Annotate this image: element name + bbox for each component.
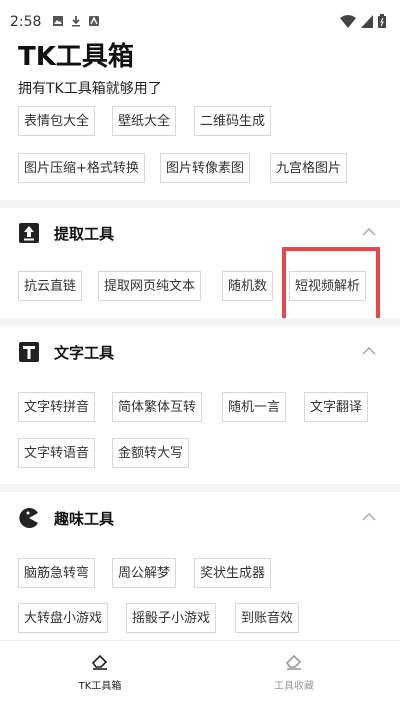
section-divider	[0, 484, 400, 492]
tool-button[interactable]: 脑筋急转弯	[18, 558, 96, 588]
section-divider	[0, 200, 400, 208]
battery-icon	[378, 14, 386, 28]
tool-button[interactable]: 图片转像素图	[160, 153, 251, 183]
tab-label: TK工具箱	[78, 681, 122, 692]
chevron-up-icon[interactable]	[362, 228, 376, 236]
text-icon	[18, 341, 40, 363]
section-title: 文字工具	[54, 343, 115, 362]
wifi-icon	[340, 14, 356, 28]
eraser-icon	[285, 654, 302, 670]
tool-button[interactable]: 抗云直链	[18, 271, 83, 301]
bottom-tab-bar: TK工具箱 工具收藏	[0, 640, 400, 703]
tool-button[interactable]: 文字翻译	[304, 392, 369, 422]
tool-button[interactable]: 随机数	[222, 271, 274, 301]
app-subtitle: 拥有TK工具箱就够用了	[18, 81, 162, 97]
pacman-icon	[18, 507, 40, 529]
tab-label: 工具收藏	[274, 681, 314, 692]
tool-button[interactable]: 金额转大写	[112, 438, 190, 468]
tool-button[interactable]: 提取网页纯文本	[98, 271, 202, 301]
tool-button[interactable]: 九宫格图片	[270, 153, 348, 183]
tab-tk-toolbox[interactable]: TK工具箱	[40, 651, 160, 692]
tool-button[interactable]: 壁纸大全	[112, 106, 177, 136]
section-title: 提取工具	[54, 224, 115, 243]
tool-button[interactable]: 表情包大全	[18, 106, 96, 136]
chevron-up-icon[interactable]	[362, 513, 376, 521]
section-title: 趣味工具	[54, 509, 115, 528]
tab-tool-favorites[interactable]: 工具收藏	[234, 651, 354, 692]
section-header-fun[interactable]: 趣味工具	[18, 504, 114, 532]
app-title: TK工具箱	[18, 42, 134, 72]
app-notification-icon	[89, 16, 99, 26]
image-icon	[53, 16, 63, 26]
eraser-icon	[91, 654, 108, 670]
download-icon	[72, 16, 80, 27]
tool-button[interactable]: 摇骰子小游戏	[126, 603, 217, 633]
tool-button[interactable]: 文字转拼音	[18, 392, 96, 422]
tool-button[interactable]: 周公解梦	[112, 558, 177, 588]
tool-button[interactable]: 奖状生成器	[194, 558, 272, 588]
tool-button[interactable]: 二维码生成	[194, 106, 272, 136]
section-header-extract[interactable]: 提取工具	[18, 219, 114, 247]
status-time: 2:58	[10, 14, 42, 30]
tool-button[interactable]: 图片压缩+格式转换	[18, 153, 145, 183]
highlight-box	[282, 247, 380, 323]
tool-button[interactable]: 文字转语音	[18, 438, 96, 468]
signal-icon	[361, 14, 373, 28]
section-divider	[0, 318, 400, 326]
tool-button[interactable]: 随机一言	[222, 392, 287, 422]
tool-button[interactable]: 简体繁体互转	[112, 392, 203, 422]
chevron-up-icon[interactable]	[362, 347, 376, 355]
section-header-text[interactable]: 文字工具	[18, 338, 114, 366]
tool-button[interactable]: 大转盘小游戏	[18, 603, 109, 633]
tool-button[interactable]: 到账音效	[235, 603, 300, 633]
status-bar: 2:58	[0, 0, 400, 40]
upload-icon	[18, 222, 40, 244]
